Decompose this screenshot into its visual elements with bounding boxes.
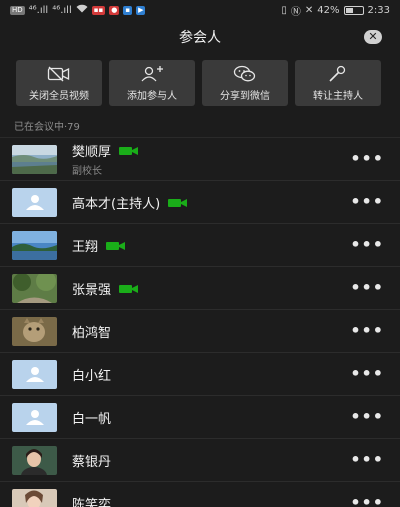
participant-info: 白一帆: [72, 408, 111, 427]
more-options-button[interactable]: •••: [350, 452, 384, 468]
participant-row[interactable]: 白小红 •••: [0, 353, 400, 396]
participant-info: 王翔: [72, 236, 126, 255]
more-options-button[interactable]: •••: [350, 280, 384, 296]
participant-name: 白小红: [72, 368, 112, 384]
participant-info: 蔡银丹: [72, 451, 111, 470]
default-avatar-icon: [25, 410, 44, 425]
close-button[interactable]: ✕: [364, 30, 382, 44]
name-line: 蔡银丹: [72, 451, 111, 470]
avatar: [12, 230, 57, 260]
participant-name: 张景强: [72, 282, 112, 298]
name-line: 樊顺厚: [72, 141, 139, 160]
action-bar: 关闭全员视频 添加参与人 分享到微信 转让主持人: [0, 54, 400, 106]
clock: 2:33: [367, 4, 390, 16]
participant-row[interactable]: 王翔 •••: [0, 224, 400, 267]
participant-info: 高本才(主持人): [72, 193, 188, 212]
avatar: [12, 273, 57, 303]
add-person-icon: [140, 65, 164, 83]
mute-all-video-button[interactable]: 关闭全员视频: [16, 60, 102, 106]
notification-icon: ▪▪: [91, 5, 106, 15]
participant-row[interactable]: 陈笑奕 •••: [0, 482, 400, 507]
signal-icon: ⁴⁶.ıll: [28, 4, 49, 16]
wechat-icon: [233, 65, 257, 83]
default-avatar-icon: [25, 367, 44, 382]
participant-name: 蔡银丹: [72, 454, 112, 470]
avatar: [12, 144, 57, 174]
status-bar-right: ▯ Ⓝ ✕ 42% 2:33: [281, 3, 390, 18]
name-line: 白一帆: [72, 408, 111, 427]
more-options-button[interactable]: •••: [350, 366, 384, 382]
avatar: [12, 187, 57, 217]
participant-name: 樊顺厚: [72, 145, 112, 160]
participant-name: 柏鸿智: [72, 325, 112, 341]
nfc-icon: Ⓝ: [290, 6, 301, 18]
participant-row[interactable]: 樊顺厚 副校长 •••: [0, 138, 400, 181]
avatar: [12, 445, 57, 475]
participant-info: 白小红: [72, 365, 111, 384]
notification-icon: ●: [109, 5, 120, 15]
share-wechat-button[interactable]: 分享到微信: [202, 60, 288, 106]
name-line: 高本才(主持人): [72, 193, 188, 212]
name-line: 张景强: [72, 279, 139, 298]
panel-header: 参会人 ✕: [0, 20, 400, 54]
name-line: 白小红: [72, 365, 111, 384]
avatar: [12, 488, 57, 507]
more-options-button[interactable]: •••: [350, 151, 384, 167]
action-label: 转让主持人: [313, 90, 363, 102]
participant-row[interactable]: 高本才(主持人) •••: [0, 181, 400, 224]
add-participant-button[interactable]: 添加参与人: [109, 60, 195, 106]
more-options-button[interactable]: •••: [350, 409, 384, 425]
participant-name: 白一帆: [72, 411, 112, 427]
video-camera-icon: [106, 236, 126, 255]
camera-off-icon: [47, 65, 71, 83]
video-camera-icon: [119, 279, 139, 298]
name-line: 陈笑奕: [72, 494, 111, 507]
notification-icon: ▶: [136, 5, 146, 15]
participant-row[interactable]: 张景强 •••: [0, 267, 400, 310]
battery-percent: 42%: [317, 4, 340, 16]
more-options-button[interactable]: •••: [350, 194, 384, 210]
transfer-host-button[interactable]: 转让主持人: [295, 60, 381, 106]
wifi-icon: [76, 4, 88, 16]
participant-info: 张景强: [72, 279, 139, 298]
more-options-button[interactable]: •••: [350, 237, 384, 253]
status-bar-left: HD ⁴⁶.ıll ⁴⁶.ıll ▪▪ ● ▪ ▶: [10, 4, 146, 16]
page-title: 参会人: [179, 30, 221, 46]
participant-row[interactable]: 白一帆 •••: [0, 396, 400, 439]
name-line: 柏鸿智: [72, 322, 111, 341]
participant-name: 高本才(主持人): [72, 196, 161, 212]
participant-info: 樊顺厚 副校长: [72, 141, 139, 177]
battery-icon: [343, 5, 364, 15]
action-label: 添加参与人: [127, 90, 177, 102]
microphone-icon: [326, 65, 350, 83]
more-options-button[interactable]: •••: [350, 323, 384, 339]
hd-badge: HD: [10, 5, 25, 15]
participant-name: 王翔: [72, 239, 99, 255]
participant-list: 樊顺厚 副校长 ••• 高本才(主持人) ••• 王翔 ••• 张景强 ••• …: [0, 137, 400, 507]
participant-name: 陈笑奕: [72, 497, 112, 507]
participant-row[interactable]: 蔡银丹 •••: [0, 439, 400, 482]
default-avatar-icon: [25, 195, 44, 210]
participant-title: 副校长: [72, 166, 102, 177]
more-options-button[interactable]: •••: [350, 495, 384, 507]
avatar: [12, 359, 57, 389]
participant-info: 陈笑奕: [72, 494, 111, 507]
name-line: 王翔: [72, 236, 126, 255]
action-label: 分享到微信: [220, 90, 270, 102]
mute-icon: ✕: [304, 4, 314, 16]
participant-info: 柏鸿智: [72, 322, 111, 341]
signal-icon: ⁴⁶.ıll: [52, 4, 72, 16]
status-bar: HD ⁴⁶.ıll ⁴⁶.ıll ▪▪ ● ▪ ▶ ▯ Ⓝ ✕ 42% 2:33: [0, 0, 400, 20]
action-label: 关闭全员视频: [29, 90, 89, 102]
vibrate-icon: ▯: [281, 4, 287, 16]
avatar: [12, 402, 57, 432]
video-camera-icon: [168, 193, 188, 212]
avatar: [12, 316, 57, 346]
participant-row[interactable]: 柏鸿智 •••: [0, 310, 400, 353]
participant-count: 已在会议中·79: [14, 122, 80, 133]
notification-icon: ▪: [123, 5, 133, 15]
video-camera-icon: [119, 141, 139, 160]
